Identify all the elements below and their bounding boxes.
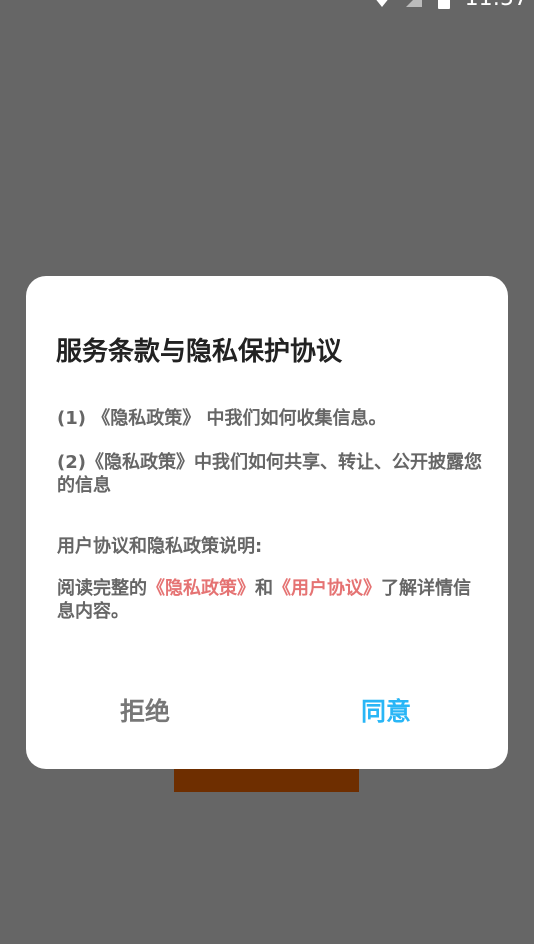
item-2-prefix: (2) — [57, 452, 86, 473]
item-1-text: 中我们如何收集信息。 — [206, 408, 387, 429]
status-icons: 11:57 — [373, 0, 528, 12]
privacy-item-2: (2)《隐私政策》中我们如何共享、转让、公开披露您的信息 — [57, 451, 487, 497]
summary-before: 阅读完整的 — [57, 578, 147, 599]
privacy-policy-link[interactable]: 《隐私政策》 — [147, 578, 255, 599]
item-1-prefix: (1) — [57, 408, 86, 429]
agreement-summary: 阅读完整的《隐私政策》和《用户协议》了解详情信息内容。 — [57, 577, 487, 623]
privacy-item-1: (1) 《隐私政策》 中我们如何收集信息。 — [57, 407, 487, 430]
privacy-dialog: 服务条款与隐私保护协议 (1) 《隐私政策》 中我们如何收集信息。 (2)《隐私… — [26, 276, 508, 769]
status-bar: 11:57 — [0, 0, 534, 12]
agreement-subtitle: 用户协议和隐私政策说明: — [57, 536, 263, 557]
signal-icon — [405, 0, 423, 8]
wifi-icon — [373, 0, 391, 8]
status-time: 11:57 — [465, 0, 528, 12]
dialog-title: 服务条款与隐私保护协议 — [56, 337, 343, 367]
summary-middle: 和 — [255, 578, 273, 599]
agree-button[interactable]: 同意 — [361, 694, 411, 730]
reject-button[interactable]: 拒绝 — [120, 694, 170, 730]
item-1-policy-link: 《隐私政策》 — [92, 408, 201, 429]
item-2-policy-link: 《隐私政策》 — [85, 452, 194, 473]
battery-icon — [437, 0, 451, 10]
user-agreement-link[interactable]: 《用户协议》 — [273, 578, 381, 599]
